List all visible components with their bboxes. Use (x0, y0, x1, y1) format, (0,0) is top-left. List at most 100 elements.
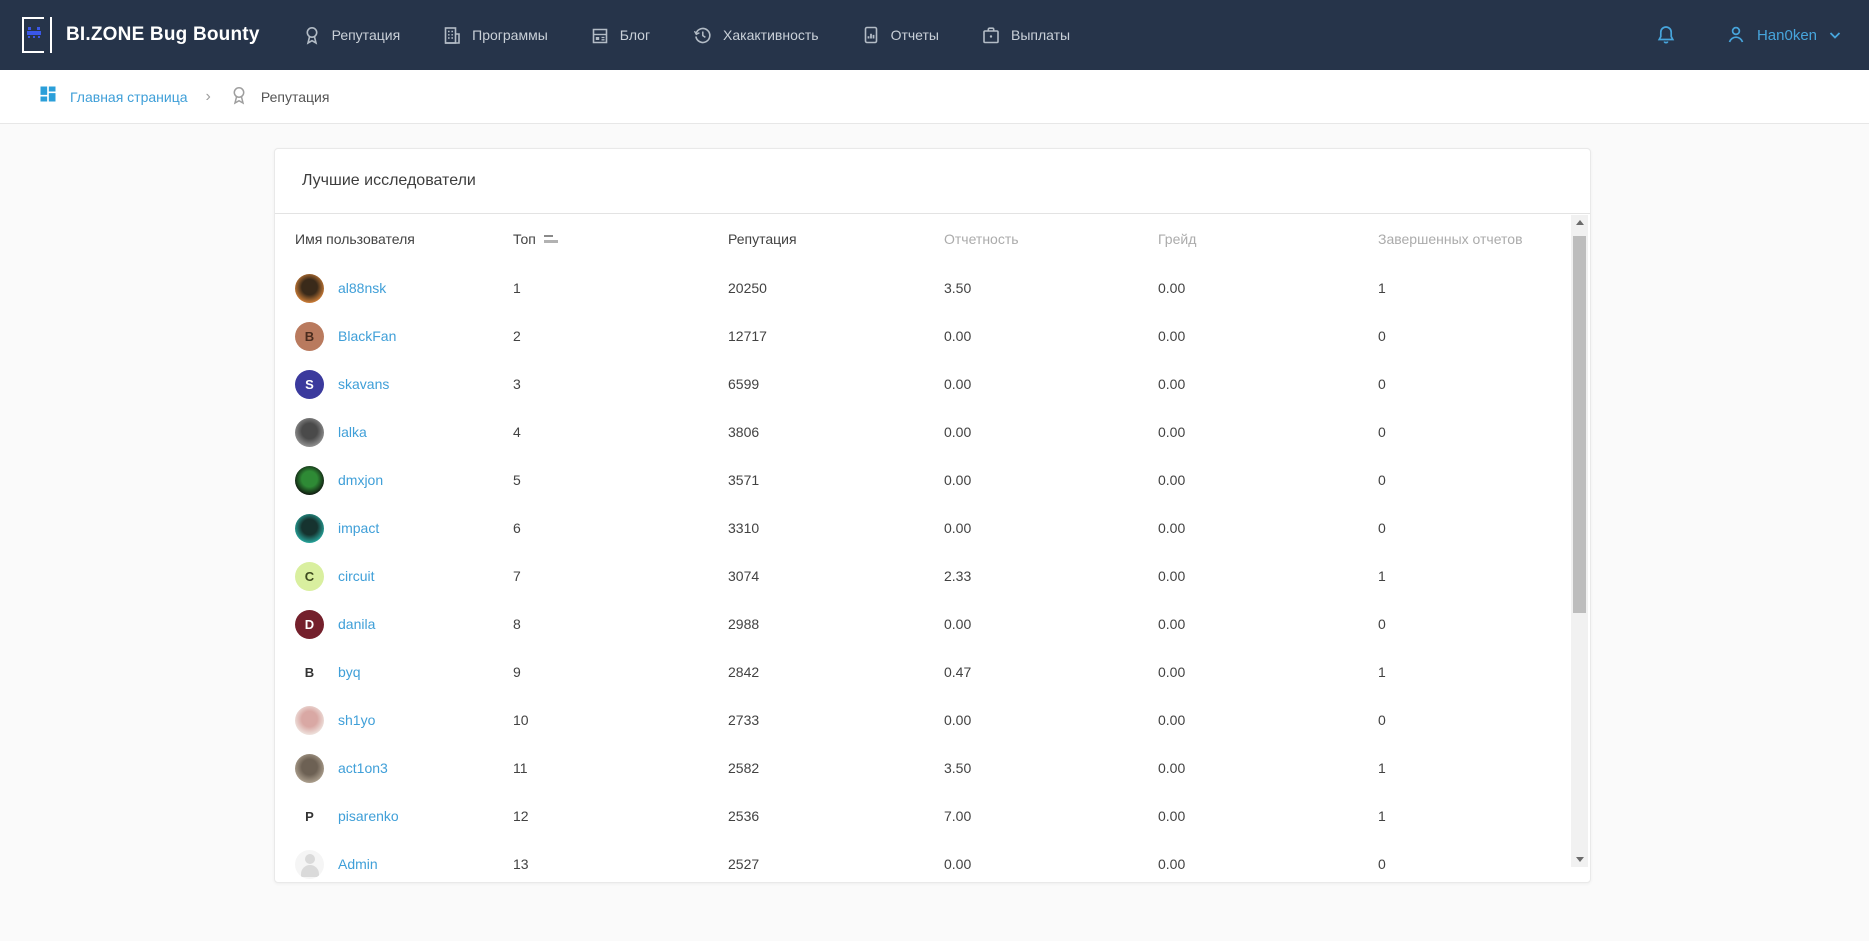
grade-cell: 0.00 (1158, 808, 1378, 824)
column-header-completed[interactable]: Завершенных отчетов (1378, 231, 1556, 247)
grade-cell: 0.00 (1158, 760, 1378, 776)
report-icon (861, 25, 881, 45)
table-row: act1on3 11 2582 3.50 0.00 1 (275, 744, 1590, 792)
navbar-right: Han0ken (1655, 24, 1843, 46)
top-cell: 9 (513, 664, 728, 680)
logo[interactable]: BI.ZONE Bug Bounty (22, 17, 260, 53)
table-body: al88nsk 1 20250 3.50 0.00 1 B BlackFan 2… (275, 264, 1590, 883)
username-link[interactable]: lalka (338, 424, 367, 440)
table-row: B BlackFan 2 12717 0.00 0.00 0 (275, 312, 1590, 360)
table-row: Admin 13 2527 0.00 0.00 0 (275, 840, 1590, 883)
username-link[interactable]: act1on3 (338, 760, 388, 776)
reputation-cell: 2527 (728, 856, 944, 872)
completed-cell: 1 (1378, 664, 1556, 680)
username-link[interactable]: byq (338, 664, 361, 680)
avatar (295, 466, 324, 495)
grade-cell: 0.00 (1158, 856, 1378, 872)
news-icon (590, 25, 610, 45)
column-header-grade[interactable]: Грейд (1158, 231, 1378, 247)
username-link[interactable]: danila (338, 616, 375, 632)
nav-item-blog[interactable]: Блог (590, 25, 650, 45)
nav-item-reputation[interactable]: Репутация (302, 25, 401, 45)
avatar (295, 706, 324, 735)
username-link[interactable]: al88nsk (338, 280, 386, 296)
avatar (295, 418, 324, 447)
completed-cell: 1 (1378, 568, 1556, 584)
reporting-cell: 0.47 (944, 664, 1158, 680)
grade-cell: 0.00 (1158, 328, 1378, 344)
username-link[interactable]: sh1yo (338, 712, 375, 728)
username-link[interactable]: circuit (338, 568, 375, 584)
reputation-cell: 2842 (728, 664, 944, 680)
table-row: C circuit 7 3074 2.33 0.00 1 (275, 552, 1590, 600)
column-header-reporting[interactable]: Отчетность (944, 231, 1158, 247)
scrollbar-thumb[interactable] (1573, 236, 1586, 613)
avatar: D (295, 610, 324, 639)
completed-cell: 0 (1378, 616, 1556, 632)
nav-label: Программы (472, 27, 548, 43)
completed-cell: 0 (1378, 424, 1556, 440)
username-link[interactable]: BlackFan (338, 328, 396, 344)
username-link[interactable]: Admin (338, 856, 378, 872)
medal-icon (302, 25, 322, 45)
column-header-top[interactable]: Топ (513, 231, 728, 247)
top-cell: 11 (513, 760, 728, 776)
table-row: lalka 4 3806 0.00 0.00 0 (275, 408, 1590, 456)
reporting-cell: 0.00 (944, 520, 1158, 536)
table-row: D danila 8 2988 0.00 0.00 0 (275, 600, 1590, 648)
column-header-username[interactable]: Имя пользователя (295, 231, 513, 247)
username-link[interactable]: skavans (338, 376, 389, 392)
completed-cell: 0 (1378, 376, 1556, 392)
nav-label: Репутация (332, 27, 401, 43)
sort-icon (544, 235, 558, 243)
briefcase-icon (981, 25, 1001, 45)
avatar: P (295, 802, 324, 831)
avatar (295, 754, 324, 783)
completed-cell: 1 (1378, 808, 1556, 824)
nav-item-programs[interactable]: Программы (442, 25, 548, 45)
reporting-cell: 0.00 (944, 328, 1158, 344)
grade-cell: 0.00 (1158, 520, 1378, 536)
username-link[interactable]: dmxjon (338, 472, 383, 488)
breadcrumb-separator: › (202, 88, 215, 106)
medal-icon (229, 85, 249, 108)
avatar: B (295, 322, 324, 351)
avatar (295, 850, 324, 879)
reputation-cell: 20250 (728, 280, 944, 296)
column-header-reputation[interactable]: Репутация (728, 231, 944, 247)
dashboard-grid-icon (38, 84, 58, 109)
username-link[interactable]: pisarenko (338, 808, 399, 824)
scrollbar-up-arrow[interactable] (1571, 215, 1588, 230)
grade-cell: 0.00 (1158, 712, 1378, 728)
top-researchers-card: Лучшие исследователи Имя пользователя То… (274, 148, 1591, 883)
reputation-cell: 2733 (728, 712, 944, 728)
logo-text: BI.ZONE Bug Bounty (66, 24, 260, 46)
logo-bug-icon (22, 17, 52, 53)
top-cell: 1 (513, 280, 728, 296)
history-icon (692, 25, 713, 45)
username-link[interactable]: impact (338, 520, 379, 536)
reporting-cell: 0.00 (944, 472, 1158, 488)
nav-label: Отчеты (891, 27, 939, 43)
scrollbar-down-arrow[interactable] (1571, 852, 1588, 867)
table-scrollbar[interactable] (1571, 215, 1588, 867)
completed-cell: 0 (1378, 472, 1556, 488)
avatar: C (295, 562, 324, 591)
avatar (295, 514, 324, 543)
top-cell: 5 (513, 472, 728, 488)
nav-label: Блог (620, 27, 650, 43)
breadcrumb-home-link[interactable]: Главная страница (38, 84, 188, 109)
top-cell: 2 (513, 328, 728, 344)
reporting-cell: 3.50 (944, 760, 1158, 776)
nav-item-reports[interactable]: Отчеты (861, 25, 939, 45)
table-header: Имя пользователя Топ Репутация Отчетност… (275, 214, 1590, 264)
username-current: Han0ken (1757, 27, 1817, 44)
user-menu[interactable]: Han0ken (1725, 24, 1843, 46)
top-navbar: BI.ZONE Bug Bounty Репутация (0, 0, 1869, 70)
nav-item-hackactivity[interactable]: Хакактивность (692, 25, 819, 45)
completed-cell: 0 (1378, 856, 1556, 872)
nav-item-payouts[interactable]: Выплаты (981, 25, 1070, 45)
avatar (295, 274, 324, 303)
notifications-bell-icon[interactable] (1655, 24, 1677, 46)
grade-cell: 0.00 (1158, 616, 1378, 632)
